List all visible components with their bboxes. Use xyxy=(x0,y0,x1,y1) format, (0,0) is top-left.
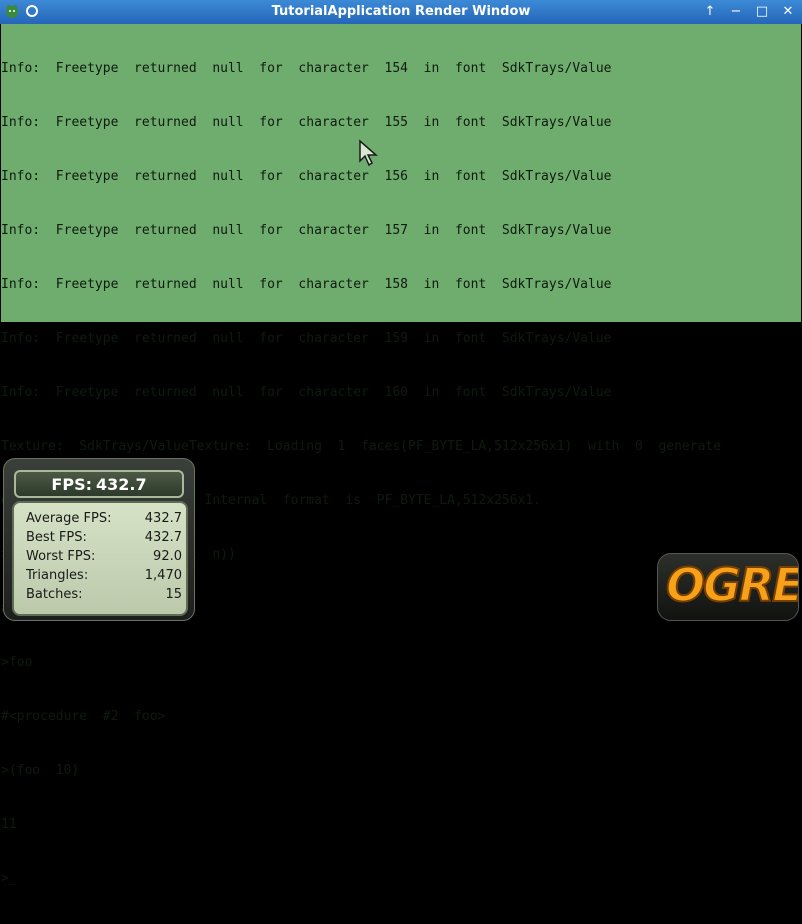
stat-label: Batches: xyxy=(26,587,83,602)
stat-row-average-fps: Average FPS: 432.7 xyxy=(26,509,182,528)
close-icon[interactable]: ✕ xyxy=(780,3,796,19)
stat-label: Average FPS: xyxy=(26,511,112,526)
stat-value: 1,470 xyxy=(144,568,182,583)
stat-label: Best FPS: xyxy=(26,530,87,545)
stat-label: Worst FPS: xyxy=(26,549,96,564)
ogre-logo: OGRE xyxy=(657,553,799,621)
stat-value: 15 xyxy=(165,587,182,602)
console-line: >(foo 10) xyxy=(1,763,80,778)
console-prompt[interactable]: >_ xyxy=(1,870,801,888)
console-panel[interactable]: Info: Freetype returned null for charact… xyxy=(1,24,801,886)
stat-row-triangles: Triangles: 1,470 xyxy=(26,566,182,585)
console-line: Info: Freetype returned null for charact… xyxy=(1,61,612,76)
stat-row-batches: Batches: 15 xyxy=(26,585,182,604)
title-bar[interactable]: TutorialApplication Render Window ↑ − □ … xyxy=(0,0,802,24)
console-line: Info: Freetype returned null for charact… xyxy=(1,331,612,346)
console-line: #<procedure #2 foo> xyxy=(1,709,166,724)
mouse-cursor-icon xyxy=(359,139,378,167)
console-line: Info: Freetype returned null for charact… xyxy=(1,385,612,400)
console-line: Info: Freetype returned null for charact… xyxy=(1,169,612,184)
stats-detail-box: Average FPS: 432.7 Best FPS: 432.7 Worst… xyxy=(12,501,188,616)
console-line: Texture: SdkTrays/ValueTexture: Loading … xyxy=(1,439,722,454)
minimize-icon[interactable]: − xyxy=(728,3,744,19)
console-line: >foo xyxy=(1,655,33,670)
fps-value: 432.7 xyxy=(95,474,147,494)
console-line: 11 xyxy=(1,817,17,832)
keep-above-icon[interactable]: ↑ xyxy=(702,3,718,19)
stat-row-best-fps: Best FPS: 432.7 xyxy=(26,528,182,547)
window-title: TutorialApplication Render Window xyxy=(271,4,531,19)
stat-value: 92.0 xyxy=(153,549,182,564)
fps-label: FPS: xyxy=(51,474,92,494)
stat-label: Triangles: xyxy=(26,568,89,583)
maximize-icon[interactable]: □ xyxy=(754,3,770,19)
fps-bar: FPS: 432.7 xyxy=(14,470,184,498)
logo-text: OGRE xyxy=(665,557,799,613)
console-line: Info: Freetype returned null for charact… xyxy=(1,223,612,238)
console-line: Info: Freetype returned null for charact… xyxy=(1,277,612,292)
stat-row-worst-fps: Worst FPS: 92.0 xyxy=(26,547,182,566)
console-line: Info: Freetype returned null for charact… xyxy=(1,115,612,130)
stat-value: 432.7 xyxy=(144,511,182,526)
stat-value: 432.7 xyxy=(144,530,182,545)
stats-panel: FPS: 432.7 Average FPS: 432.7 Best FPS: … xyxy=(3,458,195,621)
